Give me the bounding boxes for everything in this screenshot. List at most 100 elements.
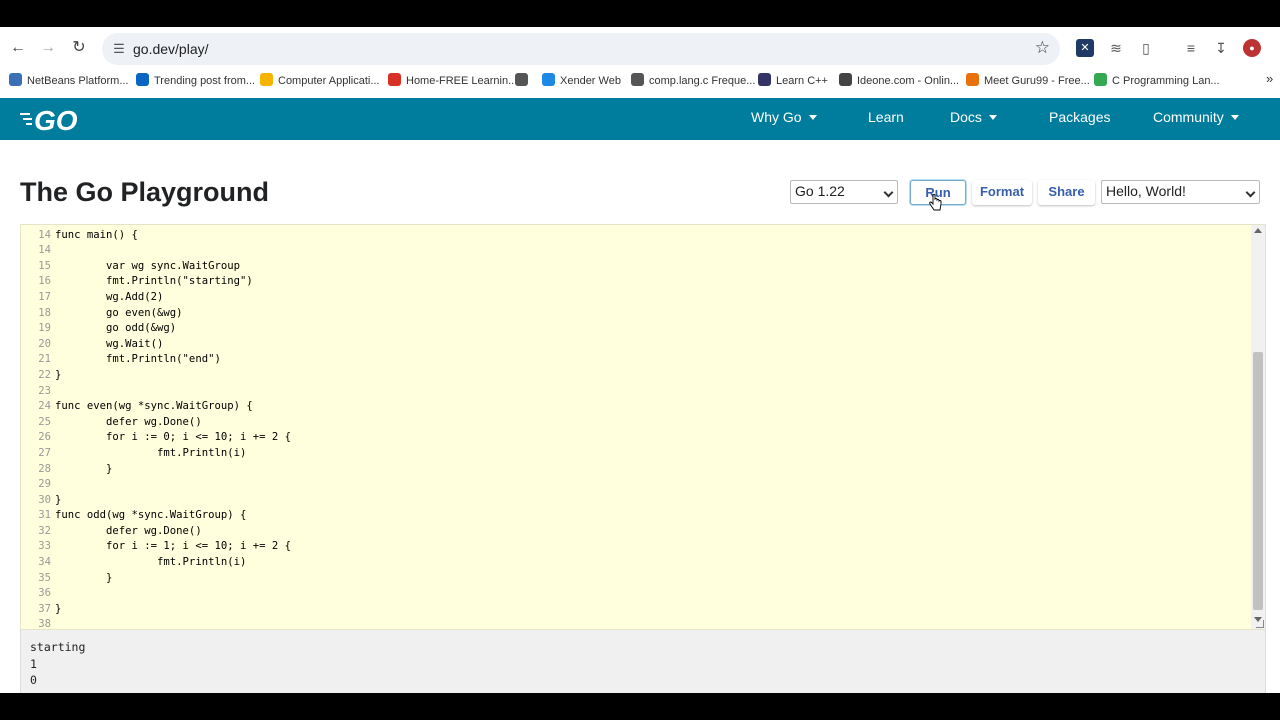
code-text: wg.Wait() [55,337,164,350]
bookmark-favicon-icon [9,73,22,86]
code-line[interactable]: 17 wg.Add(2) [21,290,1251,306]
bookmark-item[interactable]: Trending post from... [136,73,255,89]
code-text: } [55,462,113,475]
go-logo-text: GO [34,105,78,134]
code-line[interactable]: 30} [21,493,1251,509]
code-lines[interactable]: 1314func main() {1415 var wg sync.WaitGr… [21,225,1251,629]
bookmark-item[interactable]: Learn C++ [758,73,828,89]
code-text: func main() { [55,228,138,241]
chevron-down-icon [883,187,894,198]
go-version-select[interactable]: Go 1.22 [790,180,898,204]
code-line[interactable]: 26 for i := 0; i <= 10; i += 2 { [21,430,1251,446]
nav-why-go[interactable]: Why Go [751,109,817,125]
line-number: 30 [38,493,51,506]
extensions-puzzle-icon[interactable]: ▯ [1137,39,1155,57]
code-text: var wg sync.WaitGroup [55,259,240,272]
bookmark-label: Learn C++ [776,75,828,87]
code-line[interactable]: 15 var wg sync.WaitGroup [21,259,1251,275]
line-number: 19 [38,322,51,335]
line-number: 33 [38,540,51,553]
editor-scrollbar[interactable] [1251,225,1265,629]
bookmark-favicon-icon [260,73,273,86]
media-queue-icon[interactable]: ≡ [1182,39,1200,57]
go-version-value: Go 1.22 [795,183,845,199]
bookmark-item[interactable]: Computer Applicati... [260,73,380,89]
bookmark-favicon-icon [758,73,771,86]
code-line[interactable]: 16 fmt.Println("starting") [21,274,1251,290]
code-line[interactable]: 24 func even(wg *sync.WaitGroup) { [21,399,1251,415]
code-line[interactable]: 23 [21,384,1251,400]
extension-terminal-icon[interactable]: ✕ [1076,39,1094,57]
code-line[interactable]: 37} [21,602,1251,618]
profile-avatar-icon[interactable]: ● [1243,39,1261,57]
bookmark-item[interactable] [515,73,533,89]
bookmark-favicon-icon [631,73,644,86]
code-line[interactable]: 20 wg.Wait() [21,337,1251,353]
code-line[interactable]: 14 [21,243,1251,259]
nav-learn[interactable]: Learn [868,109,904,125]
code-editor[interactable]: 1314func main() {1415 var wg sync.WaitGr… [20,224,1266,630]
bookmark-item[interactable]: Meet Guru99 - Free... [966,73,1090,89]
format-button[interactable]: Format [972,180,1032,205]
code-line[interactable]: 21 fmt.Println("end") [21,352,1251,368]
code-line[interactable]: 27 fmt.Println(i) [21,446,1251,462]
code-line[interactable]: 38 [21,617,1251,629]
url-text[interactable]: go.dev/play/ [133,41,209,57]
address-bar[interactable]: ☰ go.dev/play/ ☆ [102,33,1060,65]
bookmarks-overflow-icon[interactable]: » [1266,71,1273,87]
line-number: 21 [38,353,51,366]
bookmark-label: Ideone.com - Onlin... [857,75,960,87]
code-line[interactable]: 29 [21,477,1251,493]
nav-packages[interactable]: Packages [1049,109,1110,125]
code-line[interactable]: 32 defer wg.Done() [21,524,1251,540]
code-line[interactable]: 22} [21,368,1251,384]
bookmark-label: Xender Web [560,75,621,87]
code-line[interactable]: 34 fmt.Println(i) [21,555,1251,571]
chevron-down-icon [988,115,997,120]
go-logo[interactable]: GO [20,104,92,134]
forward-icon[interactable]: → [38,38,58,58]
share-button[interactable]: Share [1038,180,1095,205]
example-select[interactable]: Hello, World! [1101,180,1260,204]
code-line[interactable]: 25 defer wg.Done() [21,415,1251,431]
bookmark-item[interactable]: comp.lang.c Freque... [631,73,755,89]
code-line[interactable]: 28 } [21,462,1251,478]
code-line[interactable]: 31 func odd(wg *sync.WaitGroup) { [21,508,1251,524]
bookmark-item[interactable]: C Programming Lan... [1094,73,1220,89]
download-icon[interactable]: ↧ [1212,39,1230,57]
bookmark-item[interactable]: NetBeans Platform... [9,73,129,89]
bookmark-item[interactable]: Ideone.com - Onlin... [839,73,959,89]
line-number: 32 [38,524,51,537]
line-number: 36 [38,587,51,600]
bookmark-star-icon[interactable]: ☆ [1035,38,1050,58]
chevron-down-icon [808,115,817,120]
bookmark-favicon-icon [542,73,555,86]
extension-chart-icon[interactable]: ≋ [1107,39,1125,57]
back-icon[interactable]: ← [8,38,28,58]
chevron-down-icon [1245,187,1256,198]
nav-docs-label: Docs [950,109,982,125]
code-line[interactable]: 19 go odd(&wg) [21,321,1251,337]
scroll-thumb[interactable] [1253,352,1263,610]
code-line[interactable]: 35 } [21,571,1251,587]
code-line[interactable]: 14 func main() { [21,228,1251,244]
resize-handle-icon[interactable] [1256,620,1264,628]
site-settings-icon[interactable]: ☰ [110,40,128,58]
nav-docs[interactable]: Docs [950,109,997,125]
bookmark-favicon-icon [388,73,401,86]
code-text: fmt.Println(i) [55,446,247,459]
bookmark-label: comp.lang.c Freque... [649,75,756,87]
bookmark-item[interactable]: Xender Web [542,73,621,89]
reload-icon[interactable]: ↻ [69,38,89,58]
code-line[interactable]: 18 go even(&wg) [21,306,1251,322]
bookmark-favicon-icon [136,73,149,86]
code-text: fmt.Println("starting") [55,275,253,288]
code-line[interactable]: 36 [21,586,1251,602]
line-number: 22 [38,368,51,381]
bookmark-item[interactable]: Home-FREE Learnin... [388,73,517,89]
nav-community[interactable]: Community [1153,109,1239,125]
scroll-up-icon[interactable] [1254,228,1262,233]
code-text: go odd(&wg) [55,322,177,335]
output-line: starting [30,640,86,654]
code-line[interactable]: 33 for i := 1; i <= 10; i += 2 { [21,539,1251,555]
